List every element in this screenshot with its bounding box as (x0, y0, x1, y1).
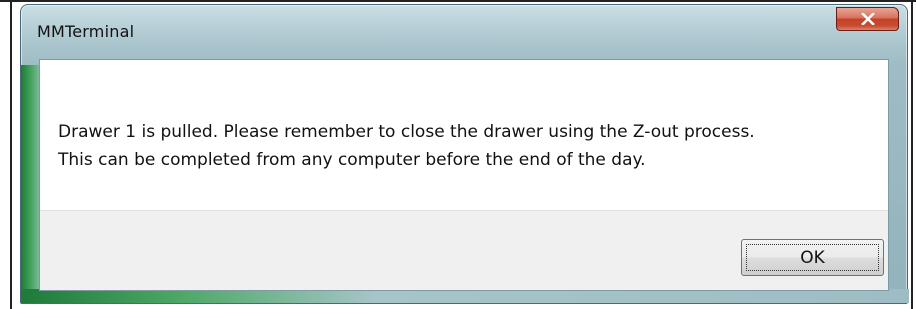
ok-button[interactable]: OK (741, 239, 884, 276)
background-left-border (10, 0, 12, 309)
button-bar: OK (40, 210, 888, 290)
window-frame-glow-left (21, 65, 39, 303)
message-area: Drawer 1 is pulled. Please remember to c… (40, 60, 888, 210)
background-right-border (911, 0, 913, 309)
window-title: MMTerminal (37, 22, 135, 41)
message-text-line-2: This can be completed from any computer … (58, 150, 646, 170)
message-dialog: MMTerminal Drawer 1 is pulled. Please re… (20, 4, 909, 304)
message-text-line-1: Drawer 1 is pulled. Please remember to c… (58, 122, 755, 142)
window-frame-glow-bottom (21, 289, 909, 303)
close-x-icon (860, 13, 875, 25)
dialog-client-area: Drawer 1 is pulled. Please remember to c… (39, 59, 889, 291)
close-button[interactable] (836, 7, 899, 31)
background-top-border (0, 0, 916, 2)
ok-button-label: OK (800, 247, 825, 268)
